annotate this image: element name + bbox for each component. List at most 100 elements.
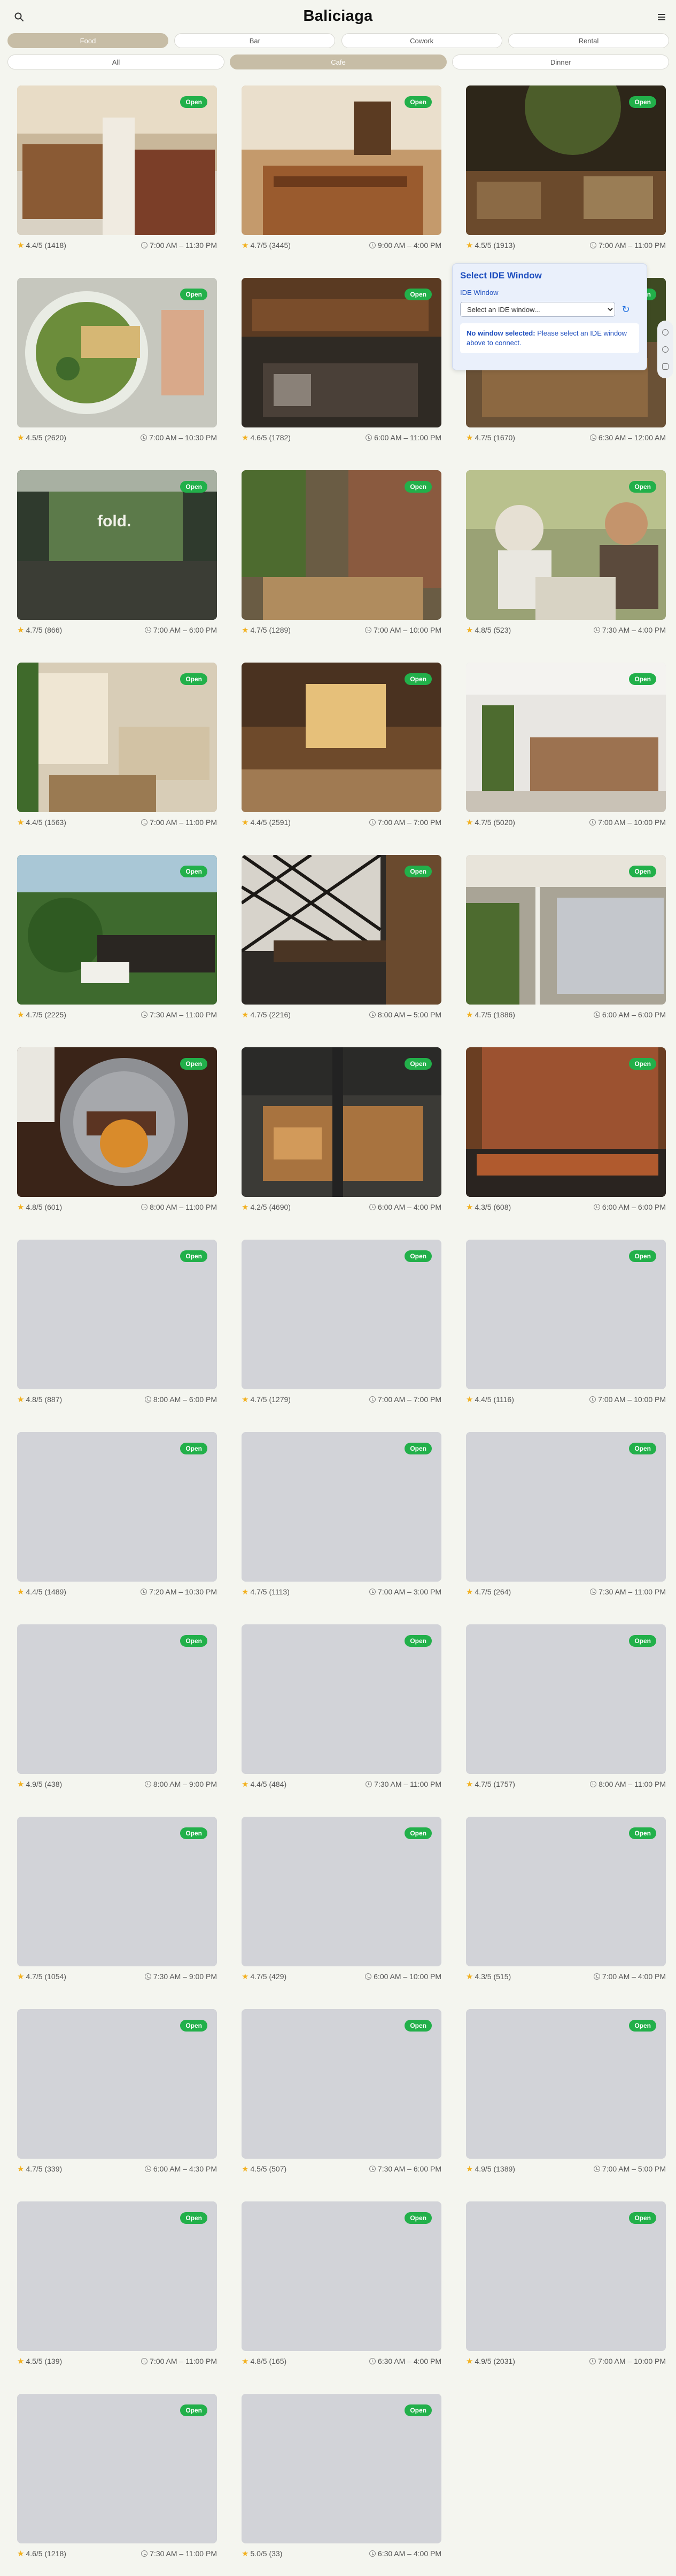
opening-hours: 7:00 AM – 10:30 PM	[141, 433, 217, 442]
venue-card[interactable]: Open ★ 4.7/5 (1289) 7:00 AM – 10:00 PM	[242, 470, 441, 641]
venue-card[interactable]: Open ★ 4.7/5 (1757) 8:00 AM – 11:00 PM	[466, 1624, 666, 1795]
venue-photo[interactable]	[17, 1432, 217, 1582]
tab-bar[interactable]: Bar	[174, 33, 336, 48]
hours-text: 9:00 AM – 4:00 PM	[377, 241, 441, 250]
venue-photo[interactable]	[466, 1624, 666, 1774]
venue-card[interactable]: Open ★ 4.7/5 (1279) 7:00 AM – 7:00 PM	[242, 1240, 441, 1411]
venue-photo[interactable]	[17, 1817, 217, 1966]
venue-photo[interactable]	[242, 1624, 441, 1774]
venue-photo[interactable]	[17, 278, 217, 427]
venue-card[interactable]: Open ★ 4.2/5 (4690) 6:00 AM – 4:00 PM	[242, 1047, 441, 1218]
venue-photo[interactable]	[466, 2201, 666, 2351]
venue-photo[interactable]	[242, 2394, 441, 2543]
venue-card[interactable]: Open ★ 4.7/5 (1886) 6:00 AM – 6:00 PM	[466, 855, 666, 1026]
subtab-cafe[interactable]: Cafe	[230, 55, 447, 69]
clock-icon	[369, 2166, 376, 2172]
venue-photo[interactable]	[17, 2201, 217, 2351]
opening-hours: 6:00 AM – 6:00 PM	[593, 1010, 666, 1019]
clock-icon	[369, 1589, 376, 1595]
tool-circle-icon[interactable]	[662, 329, 669, 336]
venue-photo[interactable]	[242, 2201, 441, 2351]
venue-photo[interactable]	[242, 663, 441, 812]
venue-photo[interactable]	[17, 1240, 217, 1389]
venue-card[interactable]: Open ★ 4.7/5 (339) 6:00 AM – 4:30 PM	[17, 2009, 217, 2180]
venue-photo[interactable]	[242, 1240, 441, 1389]
star-icon: ★	[466, 1779, 473, 1789]
venue-photo[interactable]	[17, 1047, 217, 1197]
venue-card[interactable]: Open ★ 4.4/5 (2591) 7:00 AM – 7:00 PM	[242, 663, 441, 834]
venue-photo[interactable]	[242, 1047, 441, 1197]
venue-card[interactable]: Open ★ 4.4/5 (1116) 7:00 AM – 10:00 PM	[466, 1240, 666, 1411]
venue-card[interactable]: Open ★ 4.4/5 (1563) 7:00 AM – 11:00 PM	[17, 663, 217, 834]
venue-card[interactable]: Open ★ 4.7/5 (264) 7:30 AM – 11:00 PM	[466, 1432, 666, 1603]
venue-card[interactable]: Open ★ 4.8/5 (601) 8:00 AM – 11:00 PM	[17, 1047, 217, 1218]
venue-card[interactable]: Open ★ 4.7/5 (2225) 7:30 AM – 11:00 PM	[17, 855, 217, 1026]
rating: ★ 4.8/5 (523)	[466, 626, 511, 634]
venue-photo[interactable]	[17, 2394, 217, 2543]
venue-photo-image	[242, 1432, 441, 1582]
venue-card[interactable]: Open ★ 4.7/5 (429) 6:00 AM – 10:00 PM	[242, 1817, 441, 1988]
venue-photo[interactable]	[466, 1432, 666, 1582]
tab-food[interactable]: Food	[7, 33, 168, 48]
venue-photo[interactable]	[242, 855, 441, 1005]
tab-cowork[interactable]: Cowork	[341, 33, 502, 48]
venue-photo[interactable]	[17, 2009, 217, 2159]
venue-card[interactable]: Open ★ 4.5/5 (2620) 7:00 AM – 10:30 PM	[17, 278, 217, 449]
tool-expand-icon[interactable]	[662, 363, 669, 370]
venue-photo[interactable]	[242, 278, 441, 427]
venue-photo[interactable]: fold.	[17, 470, 217, 620]
venue-photo[interactable]	[466, 855, 666, 1005]
venue-photo[interactable]	[242, 85, 441, 235]
venue-card[interactable]: fold. Open ★ 4.7/5 (866) 7:00 AM – 6:00 PM	[17, 470, 217, 641]
venue-photo[interactable]	[242, 2009, 441, 2159]
venue-card[interactable]: Open ★ 4.6/5 (1218) 7:30 AM – 11:00 PM	[17, 2394, 217, 2565]
venue-card[interactable]: Open ★ 4.4/5 (1418) 7:00 AM – 11:30 PM	[17, 85, 217, 256]
venue-card[interactable]: Open ★ 4.5/5 (1913) 7:00 AM – 11:00 PM	[466, 85, 666, 256]
rating: ★ 4.4/5 (1418)	[17, 241, 66, 250]
venue-photo[interactable]	[466, 1047, 666, 1197]
venue-photo[interactable]	[242, 1817, 441, 1966]
venue-card[interactable]: Open ★ 4.7/5 (5020) 7:00 AM – 10:00 PM	[466, 663, 666, 834]
venue-card[interactable]: Open ★ 4.4/5 (1489) 7:20 AM – 10:30 PM	[17, 1432, 217, 1603]
venue-card[interactable]: Open ★ 4.3/5 (608) 6:00 AM – 6:00 PM	[466, 1047, 666, 1218]
venue-card[interactable]: Open ★ 5.0/5 (33) 6:30 AM – 4:00 PM	[242, 2394, 441, 2565]
venue-photo[interactable]	[17, 85, 217, 235]
venue-card[interactable]: Open ★ 4.9/5 (1389) 7:00 AM – 5:00 PM	[466, 2009, 666, 2180]
venue-card[interactable]: Open ★ 4.5/5 (507) 7:30 AM – 6:00 PM	[242, 2009, 441, 2180]
venue-photo[interactable]	[17, 1624, 217, 1774]
opening-hours: 7:00 AM – 10:00 PM	[365, 626, 441, 634]
venue-card[interactable]: Open ★ 4.6/5 (1782) 6:00 AM – 11:00 PM	[242, 278, 441, 449]
venue-card[interactable]: Open ★ 4.9/5 (438) 8:00 AM – 9:00 PM	[17, 1624, 217, 1795]
venue-card[interactable]: Open ★ 4.3/5 (515) 7:00 AM – 4:00 PM	[466, 1817, 666, 1988]
venue-meta: ★ 4.7/5 (1289) 7:00 AM – 10:00 PM	[242, 624, 441, 636]
venue-card[interactable]: Open ★ 4.8/5 (887) 8:00 AM – 6:00 PM	[17, 1240, 217, 1411]
venue-photo[interactable]	[17, 663, 217, 812]
venue-card[interactable]: Open ★ 4.7/5 (1054) 7:30 AM – 9:00 PM	[17, 1817, 217, 1988]
venue-photo[interactable]	[17, 855, 217, 1005]
venue-card[interactable]: Open ★ 4.9/5 (2031) 7:00 AM – 10:00 PM	[466, 2201, 666, 2372]
menu-icon[interactable]	[658, 14, 665, 20]
tab-rental[interactable]: Rental	[508, 33, 669, 48]
venue-card[interactable]: Open ★ 4.4/5 (484) 7:30 AM – 11:00 PM	[242, 1624, 441, 1795]
venue-photo[interactable]	[466, 1240, 666, 1389]
subtab-all[interactable]: All	[7, 55, 224, 69]
venue-photo[interactable]	[242, 470, 441, 620]
hours-text: 7:30 AM – 9:00 PM	[153, 1972, 217, 1981]
venue-photo[interactable]	[242, 1432, 441, 1582]
venue-card[interactable]: Open ★ 4.7/5 (1113) 7:00 AM – 3:00 PM	[242, 1432, 441, 1603]
venue-photo[interactable]	[466, 470, 666, 620]
venue-photo[interactable]	[466, 2009, 666, 2159]
subtab-dinner[interactable]: Dinner	[452, 55, 669, 69]
open-status-badge: Open	[180, 1827, 207, 1839]
venue-card[interactable]: Open ★ 4.7/5 (2216) 8:00 AM – 5:00 PM	[242, 855, 441, 1026]
venue-card[interactable]: Open ★ 4.7/5 (3445) 9:00 AM – 4:00 PM	[242, 85, 441, 256]
venue-card[interactable]: Open ★ 4.5/5 (139) 7:00 AM – 11:00 PM	[17, 2201, 217, 2372]
venue-card[interactable]: Open ★ 4.8/5 (165) 6:30 AM – 4:00 PM	[242, 2201, 441, 2372]
venue-photo[interactable]	[466, 1817, 666, 1966]
ide-window-select[interactable]: Select an IDE window...	[460, 302, 615, 317]
venue-card[interactable]: Open ★ 4.8/5 (523) 7:30 AM – 4:00 PM	[466, 470, 666, 641]
venue-photo[interactable]	[466, 85, 666, 235]
venue-photo[interactable]	[466, 663, 666, 812]
refresh-icon[interactable]: ↻	[620, 304, 631, 315]
tool-chat-icon[interactable]	[662, 346, 669, 353]
